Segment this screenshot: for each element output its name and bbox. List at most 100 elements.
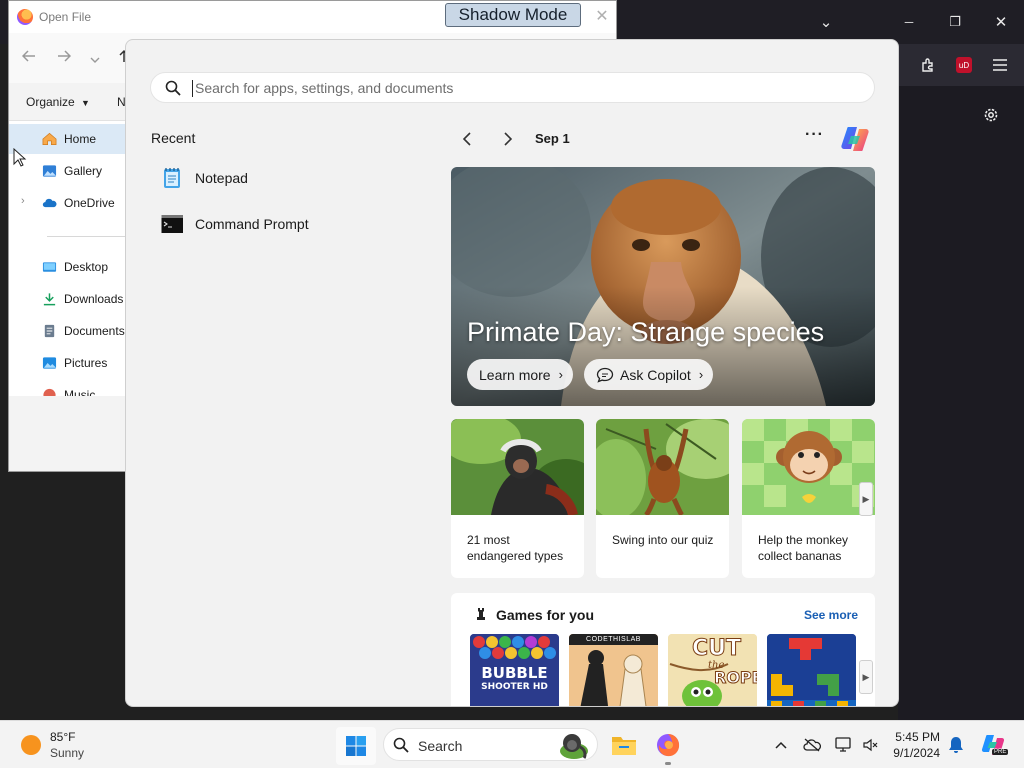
hero-card[interactable]: Primate Day: Strange species Learn more … xyxy=(451,167,875,406)
ask-copilot-label: Ask Copilot xyxy=(620,366,691,383)
notification-bell-icon[interactable] xyxy=(946,735,966,755)
nav-item-desktop[interactable]: Desktop xyxy=(9,252,125,282)
chevron-right-icon: › xyxy=(698,367,704,382)
start-search-box[interactable] xyxy=(150,72,875,103)
windows-logo-icon xyxy=(346,736,366,756)
list-all-tabs-button[interactable]: ⌄ xyxy=(814,10,838,34)
recent-item-notepad[interactable]: Notepad xyxy=(151,159,411,199)
chevron-right-icon: › xyxy=(558,367,563,382)
games-section: Games for you See more BUBBLE SHOOTER HD xyxy=(451,593,875,706)
nav-item-pictures[interactable]: Pictures xyxy=(9,348,125,378)
start-menu: Recent Notepad Command Prompt Sep 1 ··· xyxy=(125,39,899,707)
taskbar-search-box[interactable]: Search xyxy=(383,728,598,761)
next-day-button[interactable] xyxy=(496,128,518,150)
search-icon xyxy=(165,80,181,96)
shadow-mode-button[interactable]: Shadow Mode xyxy=(445,3,581,27)
games-scroll-right-button[interactable]: ▶ xyxy=(859,660,873,694)
nav-item-label: Desktop xyxy=(64,260,109,274)
start-search-input[interactable] xyxy=(195,77,855,99)
firefox-taskbar-icon[interactable] xyxy=(652,729,684,761)
forward-arrow-icon[interactable] xyxy=(57,49,72,66)
see-more-link[interactable]: See more xyxy=(804,608,858,622)
running-app-indicator xyxy=(665,762,671,765)
file-explorer-taskbar-icon[interactable] xyxy=(608,729,640,761)
game-banner: CODETHISLAB xyxy=(569,634,658,645)
nav-item-label: Documents xyxy=(64,324,125,338)
card-endangered-types[interactable]: 21 most endangered types xyxy=(451,419,584,578)
chevron-right-icon xyxy=(503,132,512,146)
ublock-badge: uD xyxy=(956,57,972,73)
primate-day-search-highlight-icon xyxy=(560,734,588,759)
organize-button[interactable]: Organize ▼ xyxy=(26,95,90,109)
search-icon xyxy=(393,737,409,753)
organize-dropdown-icon: ▼ xyxy=(81,98,90,108)
nav-item-label: Home xyxy=(64,132,97,146)
nav-item-music[interactable]: Music xyxy=(9,380,125,396)
command-prompt-icon xyxy=(161,215,183,233)
ublock-icon[interactable]: uD xyxy=(952,53,976,77)
game-title-line3: ROPE xyxy=(714,668,757,688)
firefox-icon xyxy=(657,734,680,757)
recent-item-label: Notepad xyxy=(195,170,248,186)
nav-item-label: Music xyxy=(64,388,96,396)
card-text: 21 most endangered types xyxy=(467,533,564,563)
mouse-pointer-icon xyxy=(13,148,27,167)
nav-item-label: Pictures xyxy=(64,356,108,370)
game-tile-chess[interactable]: CODETHISLAB xyxy=(569,634,658,706)
downloads-icon xyxy=(43,293,56,306)
folder-icon xyxy=(612,737,636,755)
recent-item-command-prompt[interactable]: Command Prompt xyxy=(151,205,411,245)
expand-chevron-icon[interactable]: › xyxy=(21,195,25,207)
firefox-icon xyxy=(17,9,33,25)
onedrive-tray-icon[interactable] xyxy=(802,735,822,755)
start-button[interactable] xyxy=(336,727,376,765)
game-tile-block-puzzle[interactable] xyxy=(767,634,856,706)
nav-item-onedrive[interactable]: › OneDrive xyxy=(9,188,125,218)
volume-muted-icon[interactable] xyxy=(860,735,880,755)
nav-divider xyxy=(47,236,125,237)
extensions-icon[interactable] xyxy=(916,53,940,77)
game-tile-bubble-shooter[interactable]: BUBBLE SHOOTER HD xyxy=(470,634,559,706)
close-window-button[interactable]: ✕ xyxy=(989,10,1013,34)
menu-icon[interactable] xyxy=(988,53,1012,77)
game-title-line1: CUT xyxy=(691,636,742,662)
nav-item-documents[interactable]: Documents xyxy=(9,316,125,346)
settings-gear-icon[interactable] xyxy=(982,106,1000,127)
minimize-button[interactable]: ─ xyxy=(897,10,921,34)
clock-time[interactable]: 5:45 PM xyxy=(895,730,940,744)
ask-copilot-button[interactable]: Ask Copilot › xyxy=(584,359,714,390)
card-text: Swing into our quiz xyxy=(612,533,714,547)
network-display-icon[interactable] xyxy=(834,735,854,755)
widgets-date-bar: Sep 1 ··· xyxy=(451,124,875,154)
nav-item-label: Downloads xyxy=(64,292,124,306)
maximize-button[interactable]: ❐ xyxy=(943,10,967,34)
card-monkey-game[interactable]: Help the monkey collect bananas xyxy=(742,419,875,578)
home-icon xyxy=(42,132,57,145)
card-quiz[interactable]: Swing into our quiz xyxy=(596,419,729,578)
game-tile-cut-the-rope[interactable]: CUT the ROPE xyxy=(668,634,757,706)
block-puzzle-art xyxy=(767,634,856,706)
copilot-logo-icon[interactable] xyxy=(839,124,871,154)
hero-title: Primate Day: Strange species xyxy=(467,317,825,347)
nav-item-label: OneDrive xyxy=(64,196,115,210)
show-hidden-icons-chevron-icon[interactable] xyxy=(771,735,791,755)
cards-scroll-right-button[interactable]: ▶ xyxy=(859,482,873,516)
dialog-close-button[interactable]: ✕ xyxy=(593,7,611,25)
sun-icon xyxy=(21,735,41,755)
learn-more-button[interactable]: Learn more › xyxy=(467,359,573,390)
copilot-taskbar-icon[interactable]: PRE xyxy=(980,732,1009,758)
more-options-button[interactable]: ··· xyxy=(805,126,824,144)
onedrive-icon xyxy=(42,198,57,208)
gallery-icon xyxy=(42,165,57,177)
back-arrow-icon[interactable] xyxy=(21,49,36,66)
dialog-titlebar: Open File Shadow Mode ✕ xyxy=(9,1,616,33)
chat-bubble-icon xyxy=(596,367,614,383)
previous-day-button[interactable] xyxy=(456,128,478,150)
recent-heading: Recent xyxy=(151,130,196,146)
chevron-left-icon xyxy=(462,132,471,146)
nav-item-downloads[interactable]: Downloads xyxy=(9,284,125,314)
text-caret xyxy=(192,80,193,97)
recent-locations-chevron-icon[interactable] xyxy=(90,51,100,68)
clock-date[interactable]: 9/1/2024 xyxy=(893,746,940,760)
dialog-title: Open File xyxy=(39,10,92,24)
